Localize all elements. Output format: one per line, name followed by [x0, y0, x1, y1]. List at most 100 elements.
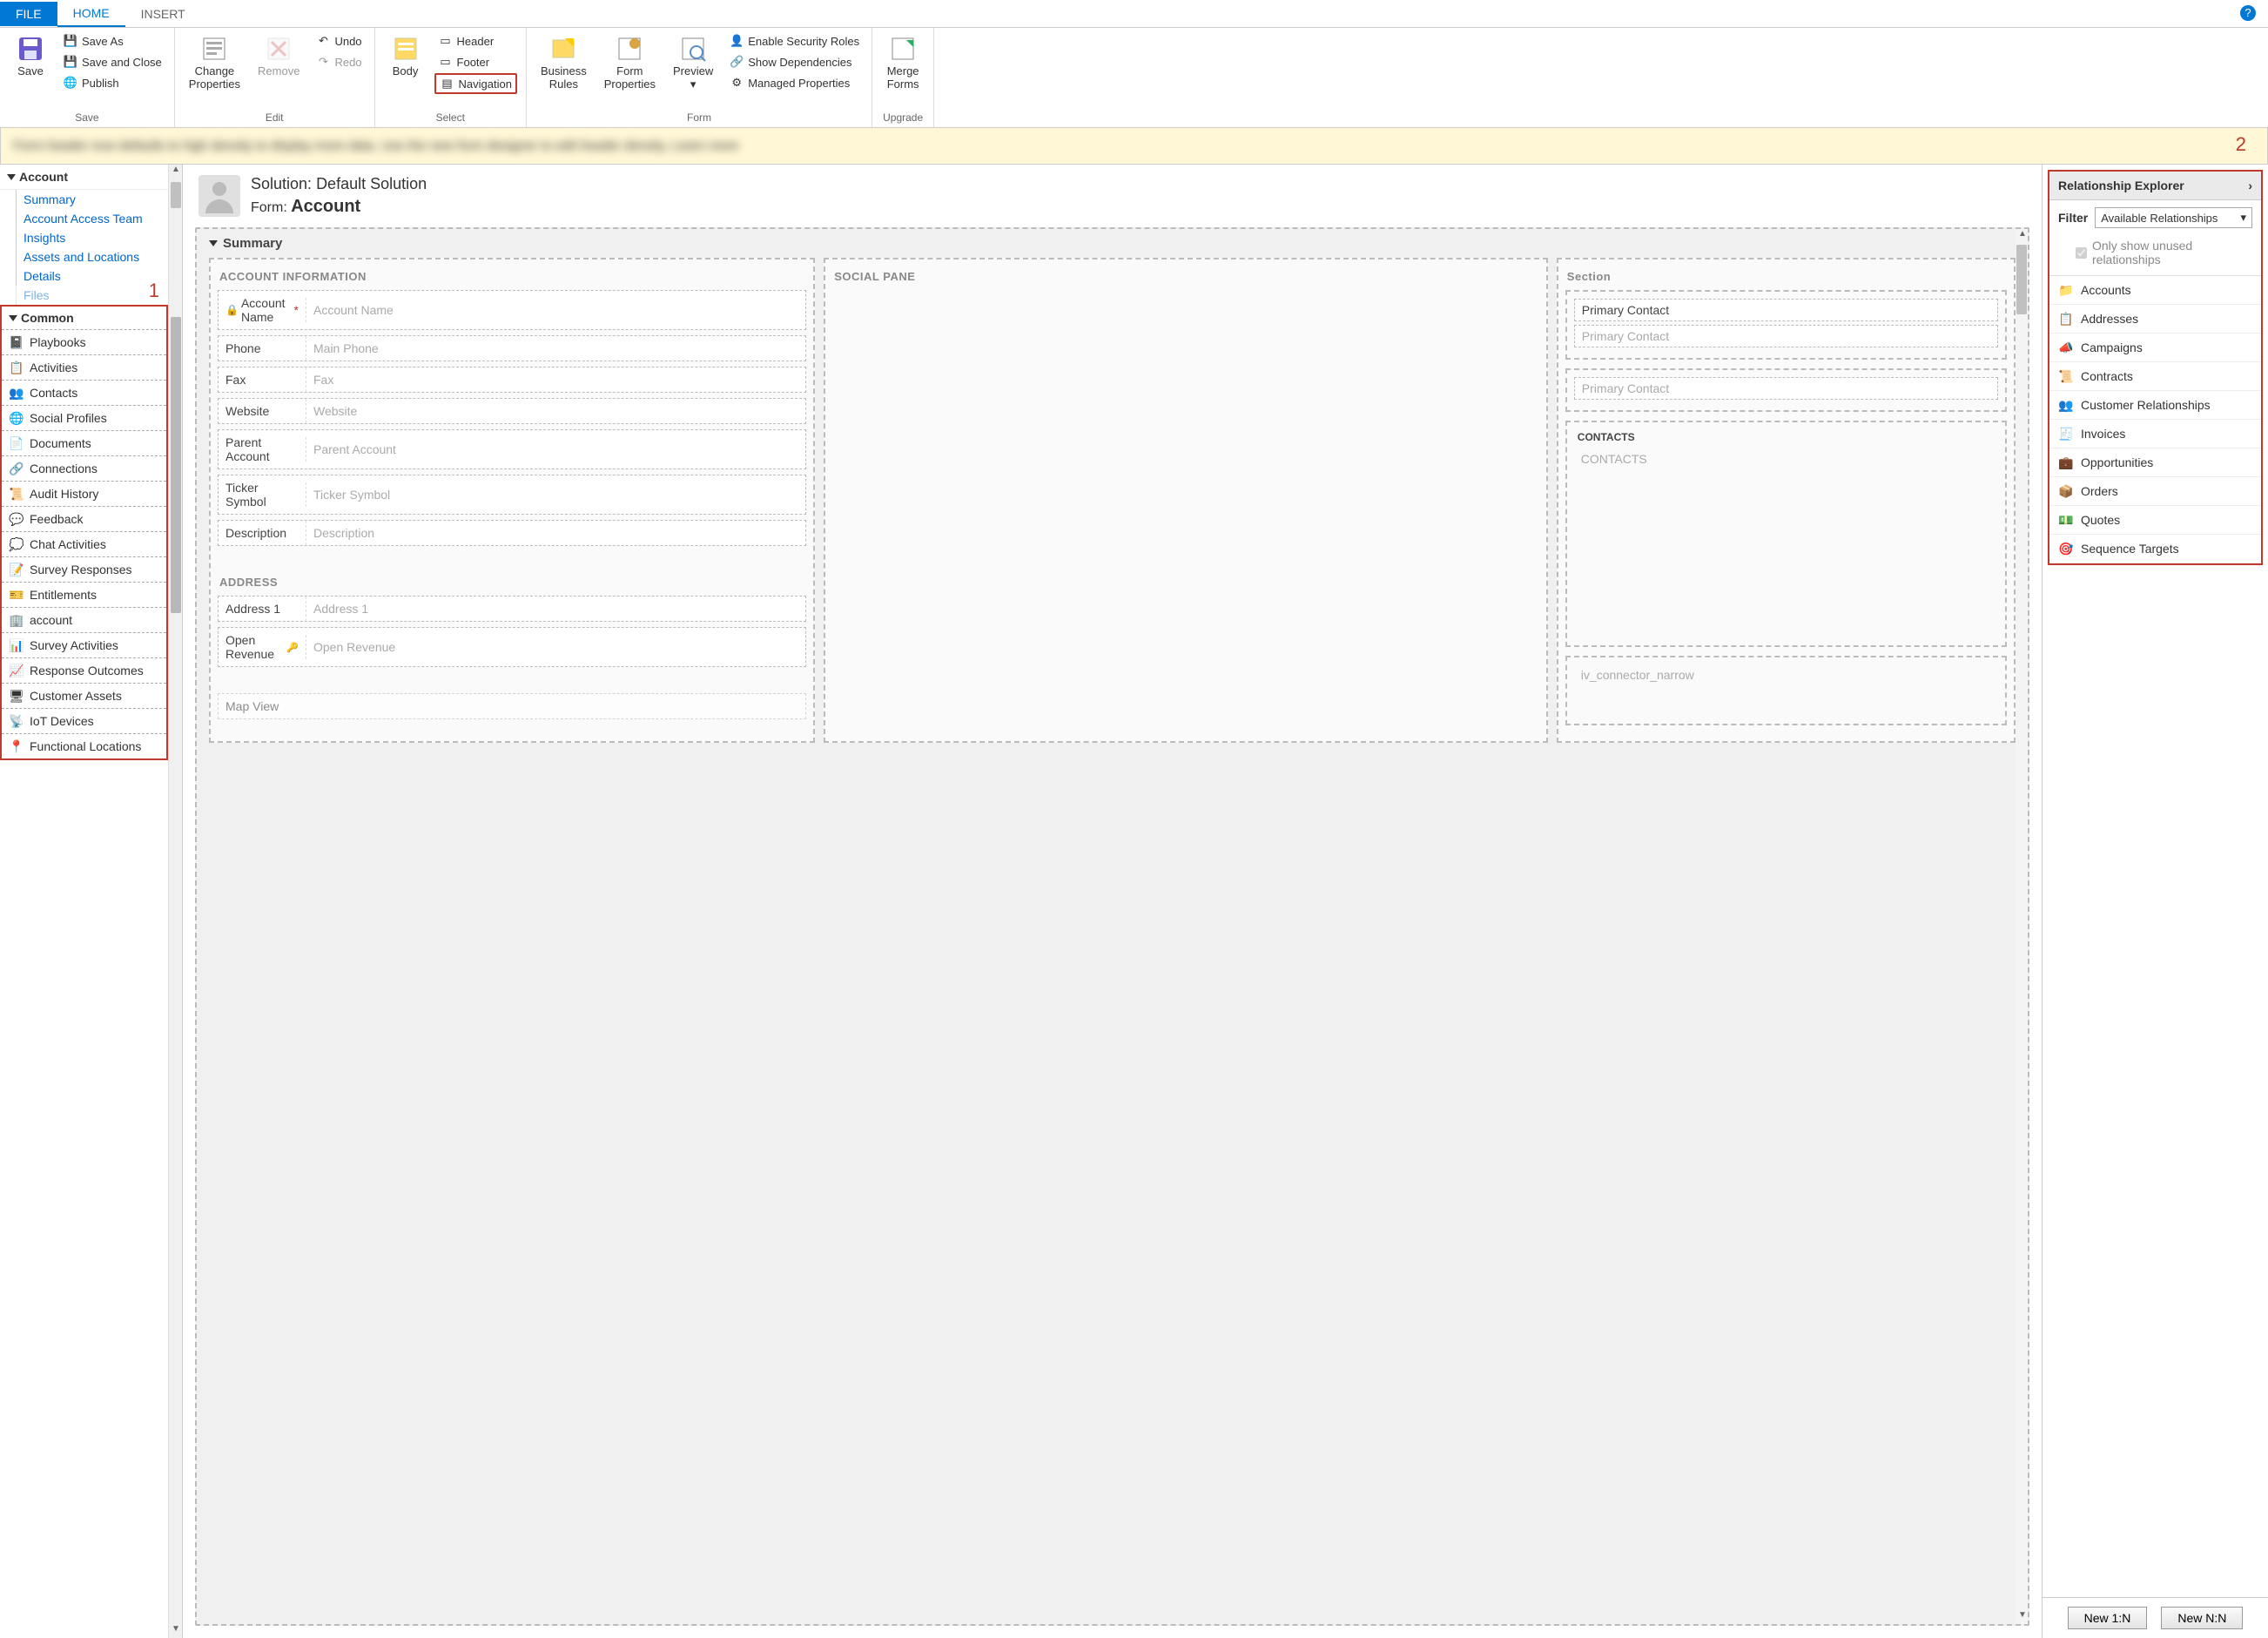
- rel-item-contracts[interactable]: 📜Contracts: [2049, 362, 2261, 391]
- navigation-button[interactable]: ▤Navigation: [434, 73, 517, 94]
- scroll-down-arrow[interactable]: ▼: [169, 1624, 183, 1638]
- iv-connector-section[interactable]: iv_connector_narrow: [1565, 656, 2007, 725]
- form-properties-button[interactable]: Form Properties: [599, 31, 661, 94]
- common-item-account[interactable]: 🏢account: [2, 607, 166, 632]
- change-properties-button[interactable]: Change Properties: [184, 31, 246, 94]
- common-item-playbooks[interactable]: 📓Playbooks: [2, 329, 166, 354]
- item-icon: 📍: [9, 738, 24, 754]
- column-account-info[interactable]: ACCOUNT INFORMATION 🔒Account Name*Accoun…: [209, 258, 815, 743]
- rel-item-customer-relationships[interactable]: 👥Customer Relationships: [2049, 391, 2261, 420]
- field-description[interactable]: DescriptionDescription: [218, 520, 806, 546]
- filter-select[interactable]: Available Relationships ▾: [2095, 207, 2252, 228]
- tab-home[interactable]: HOME: [57, 1, 125, 27]
- tree-link-files[interactable]: Files: [16, 286, 168, 305]
- common-item-customer-assets[interactable]: 🖥Customer Assets: [2, 683, 166, 708]
- common-item-contacts[interactable]: 👥Contacts: [2, 380, 166, 405]
- field-open-revenue[interactable]: Open Revenue🔑Open Revenue: [218, 627, 806, 667]
- rel-item-addresses[interactable]: 📋Addresses: [2049, 305, 2261, 334]
- scroll-thumb-2[interactable]: [171, 317, 181, 613]
- field-placeholder: Website: [306, 399, 805, 423]
- tree-common-header[interactable]: Common: [2, 307, 166, 329]
- left-scrollbar[interactable]: ▲ ▼: [168, 165, 182, 1638]
- field-address-1[interactable]: Address 1Address 1: [218, 596, 806, 622]
- save-button[interactable]: Save: [9, 31, 52, 81]
- tree-link-details[interactable]: Details: [16, 266, 168, 286]
- rel-item-sequence-targets[interactable]: 🎯Sequence Targets: [2049, 535, 2261, 563]
- tree-account-header[interactable]: Account: [0, 165, 168, 190]
- rel-item-accounts[interactable]: 📁Accounts: [2049, 276, 2261, 305]
- key-icon: 🔑: [286, 642, 299, 653]
- rel-item-orders[interactable]: 📦Orders: [2049, 477, 2261, 506]
- common-item-iot-devices[interactable]: 📡IoT Devices: [2, 708, 166, 733]
- save-as-button[interactable]: 💾Save As: [59, 31, 165, 51]
- field-parent-account[interactable]: Parent AccountParent Account: [218, 429, 806, 469]
- tree-link-insights[interactable]: Insights: [16, 228, 168, 247]
- common-item-feedback[interactable]: 💬Feedback: [2, 506, 166, 531]
- undo-button[interactable]: ↶Undo: [312, 31, 365, 51]
- common-item-survey-responses[interactable]: 📝Survey Responses: [2, 556, 166, 582]
- remove-button[interactable]: Remove: [252, 31, 305, 81]
- save-close-button[interactable]: 💾Save and Close: [59, 52, 165, 71]
- scroll-thumb[interactable]: [2016, 245, 2027, 314]
- tab-file[interactable]: FILE: [0, 2, 57, 26]
- iv-connector: iv_connector_narrow: [1574, 664, 1998, 685]
- unused-checkbox-row[interactable]: Only show unused relationships: [2049, 235, 2261, 275]
- scroll-down-arrow[interactable]: ▼: [2016, 1610, 2029, 1624]
- field-fax[interactable]: FaxFax: [218, 367, 806, 393]
- merge-forms-button[interactable]: Merge Forms: [881, 31, 925, 94]
- footer-button[interactable]: ▭Footer: [434, 52, 517, 71]
- scroll-up-arrow[interactable]: ▲: [2016, 229, 2029, 243]
- help-icon[interactable]: ?: [2240, 5, 2256, 21]
- common-item-functional-locations[interactable]: 📍Functional Locations: [2, 733, 166, 758]
- relationship-explorer-header[interactable]: Relationship Explorer ›: [2049, 172, 2261, 200]
- field-phone[interactable]: PhoneMain Phone: [218, 335, 806, 361]
- map-view-field[interactable]: Map View: [218, 693, 806, 719]
- tree-link-account-access-team[interactable]: Account Access Team: [16, 209, 168, 228]
- canvas-scrollbar[interactable]: ▲ ▼: [2016, 229, 2028, 1624]
- unused-checkbox[interactable]: [2076, 247, 2087, 259]
- common-item-audit-history[interactable]: 📜Audit History: [2, 481, 166, 506]
- field-website[interactable]: WebsiteWebsite: [218, 398, 806, 424]
- tree-link-summary[interactable]: Summary: [16, 190, 168, 209]
- field-account-name[interactable]: 🔒Account Name*Account Name: [218, 290, 806, 330]
- rel-item-opportunities[interactable]: 💼Opportunities: [2049, 448, 2261, 477]
- contacts-placeholder: CONTACTS: [1574, 448, 1998, 469]
- enable-security-roles-button[interactable]: 👤Enable Security Roles: [725, 31, 863, 51]
- body-button[interactable]: Body: [384, 31, 427, 81]
- rel-item-quotes[interactable]: 💵Quotes: [2049, 506, 2261, 535]
- lock-icon: 🔒: [225, 304, 239, 316]
- business-rules-button[interactable]: Business Rules: [535, 31, 592, 94]
- primary-contact-section[interactable]: Primary Contact Primary Contact: [1565, 290, 2007, 360]
- common-item-survey-activities[interactable]: 📊Survey Activities: [2, 632, 166, 657]
- common-item-connections[interactable]: 🔗Connections: [2, 455, 166, 481]
- social-pane-header: SOCIAL PANE: [832, 266, 1539, 290]
- publish-button[interactable]: 🌐Publish: [59, 73, 165, 92]
- preview-button[interactable]: Preview▾: [668, 31, 718, 95]
- form-canvas[interactable]: Summary ACCOUNT INFORMATION 🔒Account Nam…: [195, 227, 2029, 1626]
- field-ticker-symbol[interactable]: Ticker SymbolTicker Symbol: [218, 475, 806, 515]
- common-item-response-outcomes[interactable]: 📈Response Outcomes: [2, 657, 166, 683]
- scroll-up-arrow[interactable]: ▲: [169, 165, 183, 179]
- contacts-section[interactable]: CONTACTS CONTACTS: [1565, 421, 2007, 647]
- section-summary[interactable]: Summary: [197, 229, 2028, 258]
- redo-button[interactable]: ↷Redo: [312, 52, 365, 71]
- show-dependencies-button[interactable]: 🔗Show Dependencies: [725, 52, 863, 71]
- primary-contact-section-2[interactable]: Primary Contact: [1565, 368, 2007, 412]
- new-nn-button[interactable]: New N:N: [2161, 1607, 2243, 1629]
- rel-item-invoices[interactable]: 🧾Invoices: [2049, 420, 2261, 448]
- new-1n-button[interactable]: New 1:N: [2068, 1607, 2148, 1629]
- column-section[interactable]: Section Primary Contact Primary Contact …: [1557, 258, 2016, 743]
- tab-insert[interactable]: INSERT: [125, 2, 201, 26]
- column-social-pane[interactable]: SOCIAL PANE: [824, 258, 1548, 743]
- common-item-social-profiles[interactable]: 🌐Social Profiles: [2, 405, 166, 430]
- tree-link-assets-and-locations[interactable]: Assets and Locations: [16, 247, 168, 266]
- header-button[interactable]: ▭Header: [434, 31, 517, 51]
- common-item-activities[interactable]: 📋Activities: [2, 354, 166, 380]
- field-label: 🔒Account Name*: [219, 291, 306, 329]
- managed-properties-button[interactable]: ⚙Managed Properties: [725, 73, 863, 92]
- common-item-chat-activities[interactable]: 💭Chat Activities: [2, 531, 166, 556]
- scroll-thumb[interactable]: [171, 182, 181, 208]
- rel-item-campaigns[interactable]: 📣Campaigns: [2049, 334, 2261, 362]
- common-item-documents[interactable]: 📄Documents: [2, 430, 166, 455]
- common-item-entitlements[interactable]: 🎫Entitlements: [2, 582, 166, 607]
